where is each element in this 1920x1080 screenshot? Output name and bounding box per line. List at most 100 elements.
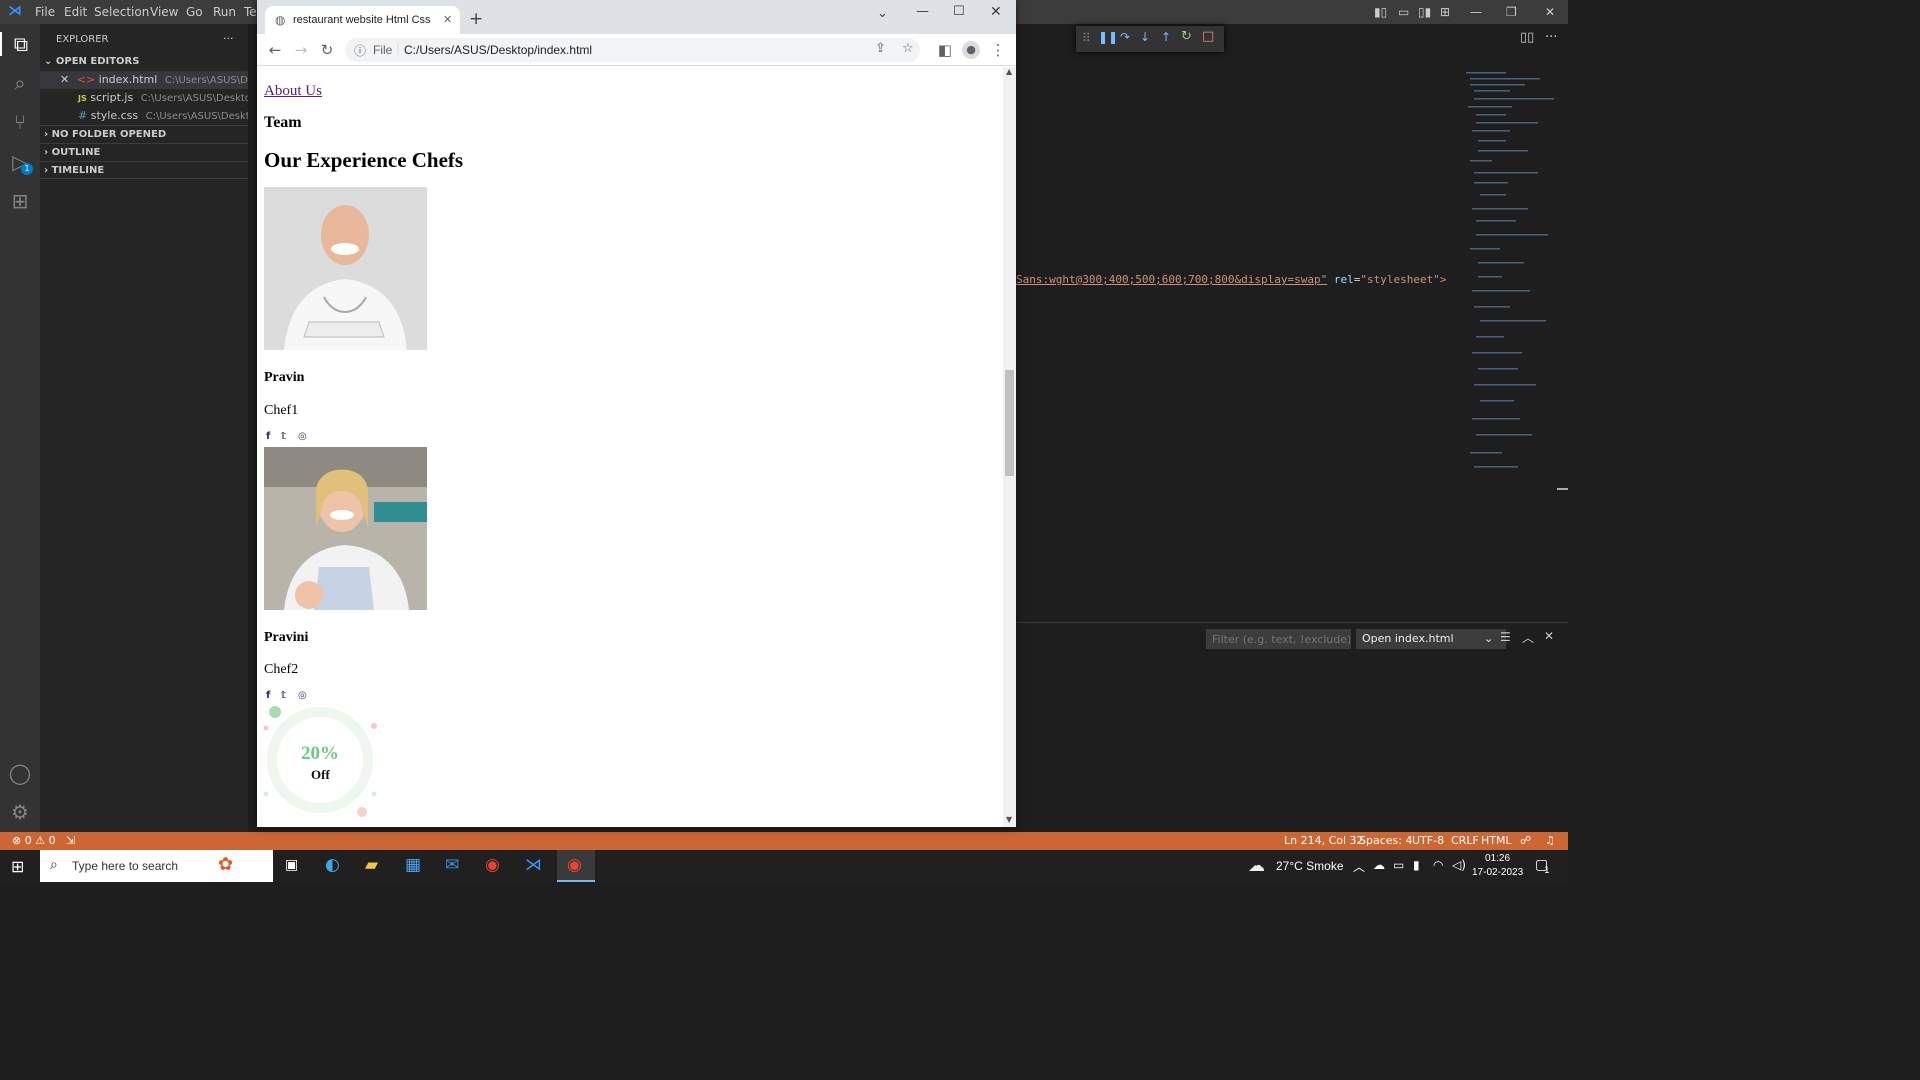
page-scrollbar[interactable]: ▲ ▼	[1003, 67, 1016, 827]
taskbar-search[interactable]: ⌕ Type here to search ✿	[40, 850, 273, 882]
close-editor-icon[interactable]: ✕	[60, 73, 69, 86]
menu-edit[interactable]: Edit	[64, 5, 87, 19]
store-icon[interactable]: ▦	[405, 855, 421, 875]
output-channel-select[interactable]: Open index.html ⌄	[1356, 629, 1506, 649]
wifi-icon[interactable]: ◠	[1433, 858, 1443, 872]
outline-section[interactable]: › OUTLINE	[40, 143, 248, 161]
scroll-up-icon[interactable]: ▲	[1006, 67, 1012, 76]
split-editor-icon[interactable]: ▯▯	[1520, 30, 1534, 45]
menu-view[interactable]: View	[150, 5, 178, 19]
open-editor-item[interactable]: JS script.js C:\Users\ASUS\Desktop	[40, 89, 248, 107]
close-panel-icon[interactable]: ✕	[1544, 629, 1554, 643]
accounts-icon[interactable]: ◯	[8, 761, 32, 785]
toggle-sidebar-icon[interactable]: ▮▯	[1374, 5, 1387, 19]
windows-start-icon[interactable]: ⊞	[11, 857, 24, 876]
display-icon[interactable]: ▭	[1393, 858, 1404, 872]
notifications-bell-icon[interactable]: ♫	[1545, 834, 1555, 847]
chrome-active-app[interactable]: ◉	[557, 850, 595, 882]
info-icon[interactable]: ⓘ	[354, 42, 366, 59]
about-us-link[interactable]: About Us	[264, 83, 322, 100]
close-tab-icon[interactable]: ✕	[443, 13, 452, 26]
mail-icon[interactable]: ✉	[445, 855, 459, 875]
menu-run[interactable]: Run	[213, 5, 236, 19]
menu-selection[interactable]: Selection	[94, 5, 149, 19]
instagram-icon[interactable]: ◎	[298, 431, 307, 442]
open-editor-item[interactable]: ✕ <> index.html C:\Users\ASUS\Desktop	[40, 71, 248, 89]
end-of-line[interactable]: CRLF	[1451, 834, 1479, 847]
filter-input[interactable]	[1206, 629, 1351, 649]
share-icon[interactable]: ⇪	[875, 41, 886, 56]
settings-gear-icon[interactable]: ⚙	[8, 800, 32, 824]
minimize-icon[interactable]: —	[1470, 5, 1482, 19]
maximize-icon[interactable]: ☐	[953, 4, 965, 19]
volume-icon[interactable]: ◁)	[1452, 858, 1466, 872]
stop-icon[interactable]: □	[1202, 29, 1214, 44]
toggle-secondary-icon[interactable]: ▯▮	[1418, 5, 1431, 19]
no-folder-section[interactable]: › NO FOLDER OPENED	[40, 125, 248, 143]
step-out-icon[interactable]: ↑	[1161, 30, 1171, 44]
encoding[interactable]: UTF-8	[1412, 834, 1444, 847]
cursor-position[interactable]: Ln 214, Col 32	[1284, 834, 1364, 847]
timeline-section[interactable]: › TIMELINE	[40, 161, 248, 179]
page-content[interactable]: About Us Team Our Experience Chefs Pravi…	[257, 67, 1003, 827]
new-tab-icon[interactable]: +	[469, 9, 483, 29]
profile-avatar-icon[interactable]: ●	[962, 41, 980, 59]
clock-time[interactable]: 01:26	[1485, 853, 1510, 864]
weather-text[interactable]: 27°C Smoke	[1276, 859, 1344, 873]
scrollbar-thumb[interactable]	[1005, 370, 1014, 476]
indentation[interactable]: Spaces: 4	[1359, 834, 1412, 847]
chrome-icon[interactable]: ◉	[485, 855, 500, 875]
restore-icon[interactable]: ❐	[1506, 5, 1517, 19]
more-actions-icon[interactable]: ···	[1545, 30, 1557, 45]
source-control-icon[interactable]: ⑂	[8, 110, 32, 134]
file-explorer-icon[interactable]: ▰	[365, 855, 378, 875]
tab-search-icon[interactable]: ⌄	[877, 6, 888, 21]
restart-icon[interactable]: ↻	[1181, 29, 1192, 44]
facebook-icon[interactable]: f	[266, 690, 270, 701]
feedback-icon[interactable]: ☍	[1520, 834, 1531, 847]
customize-layout-icon[interactable]: ⊞	[1440, 5, 1450, 19]
chevron-up-icon[interactable]: ︿	[1353, 858, 1365, 875]
browser-tab[interactable]: ◍ restaurant website Html Css ✕	[265, 6, 460, 34]
search-icon[interactable]: ⌕	[8, 71, 32, 95]
clear-output-icon[interactable]: ☰	[1500, 630, 1511, 644]
drag-handle-icon[interactable]: ⠿	[1082, 31, 1091, 45]
close-window-icon[interactable]: ✕	[990, 4, 1002, 20]
live-share-icon[interactable]: ⇲	[66, 834, 75, 847]
scroll-down-icon[interactable]: ▼	[1006, 815, 1012, 824]
explorer-icon[interactable]: ⧉	[0, 32, 40, 56]
vscode-icon[interactable]: ⋊	[525, 855, 542, 875]
instagram-icon[interactable]: ◎	[298, 690, 307, 701]
problems-indicator[interactable]: ⊗ 0 ⚠ 0	[12, 834, 56, 847]
side-panel-icon[interactable]: ◧	[935, 40, 955, 60]
open-editor-item[interactable]: # style.css C:\Users\ASUS\Desktop	[40, 107, 248, 125]
more-actions-icon[interactable]: ···	[223, 32, 234, 45]
pause-icon[interactable]: ❚❚	[1098, 30, 1118, 44]
close-icon[interactable]: ✕	[1545, 5, 1555, 19]
clock-date[interactable]: 17-02-2023	[1472, 867, 1523, 878]
menu-file[interactable]: File	[35, 5, 55, 19]
url-text[interactable]: C:/Users/ASUS/Desktop/index.html	[404, 43, 592, 57]
step-over-icon[interactable]: ↷	[1120, 30, 1130, 44]
back-icon[interactable]: ←	[265, 40, 285, 60]
edge-icon[interactable]: ◐	[325, 855, 340, 875]
minimap-slider[interactable]	[1557, 488, 1568, 490]
twitter-icon[interactable]: 𝕥	[281, 690, 286, 701]
menu-terminal[interactable]: Te	[244, 5, 257, 19]
toggle-panel-icon[interactable]: ▭	[1398, 5, 1409, 19]
step-into-icon[interactable]: ↓	[1140, 30, 1150, 44]
twitter-icon[interactable]: 𝕥	[281, 431, 286, 442]
forward-icon[interactable]: →	[291, 40, 311, 60]
address-bar[interactable]: ⓘ File | C:/Users/ASUS/Desktop/index.htm…	[345, 38, 920, 62]
language-mode[interactable]: HTML	[1481, 834, 1512, 847]
weather-cloud-icon[interactable]: ☁	[1248, 856, 1265, 876]
open-editors-section[interactable]: ⌄ OPEN EDITORS	[40, 53, 248, 71]
onedrive-icon[interactable]: ☁	[1373, 858, 1385, 872]
reload-icon[interactable]: ↻	[317, 40, 337, 60]
minimize-icon[interactable]: —	[916, 4, 929, 19]
minimap[interactable]	[1460, 68, 1560, 478]
menu-go[interactable]: Go	[186, 5, 203, 19]
task-view-icon[interactable]: ▣	[285, 857, 298, 873]
facebook-icon[interactable]: f	[266, 431, 270, 442]
bookmark-star-icon[interactable]: ☆	[902, 41, 914, 56]
